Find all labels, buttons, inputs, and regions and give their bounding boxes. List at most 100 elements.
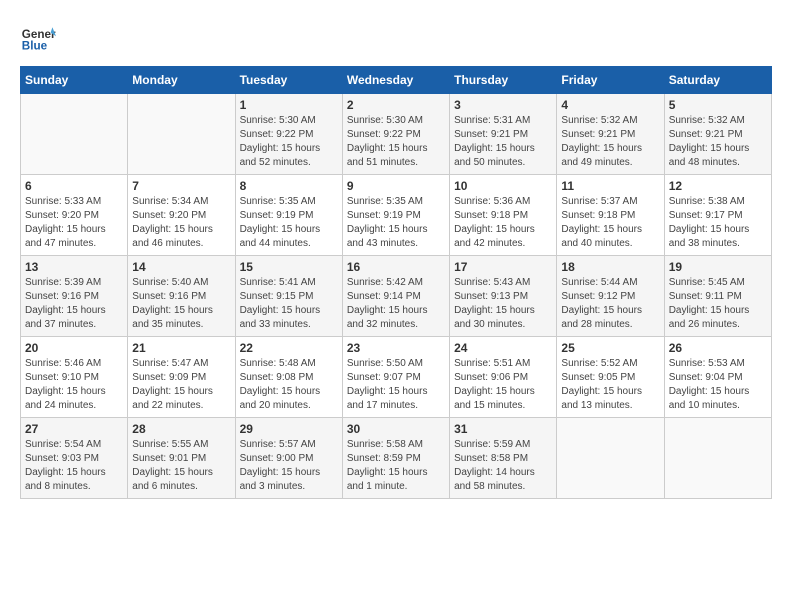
weekday-header-row: SundayMondayTuesdayWednesdayThursdayFrid… bbox=[21, 67, 772, 94]
calendar-cell: 6 Sunrise: 5:33 AM Sunset: 9:20 PM Daylig… bbox=[21, 175, 128, 256]
day-info: Sunrise: 5:34 AM Sunset: 9:20 PM Dayligh… bbox=[132, 195, 230, 251]
day-info: Sunrise: 5:35 AM Sunset: 9:19 PM Dayligh… bbox=[240, 195, 338, 251]
week-row-2: 6 Sunrise: 5:33 AM Sunset: 9:20 PM Daylig… bbox=[21, 175, 772, 256]
day-info: Sunrise: 5:43 AM Sunset: 9:13 PM Dayligh… bbox=[454, 276, 552, 332]
day-info: Sunrise: 5:39 AM Sunset: 9:16 PM Dayligh… bbox=[25, 276, 123, 332]
day-number: 20 bbox=[25, 341, 123, 355]
day-number: 30 bbox=[347, 422, 445, 436]
calendar-cell: 7 Sunrise: 5:34 AM Sunset: 9:20 PM Daylig… bbox=[128, 175, 235, 256]
day-info: Sunrise: 5:30 AM Sunset: 9:22 PM Dayligh… bbox=[240, 114, 338, 170]
day-info: Sunrise: 5:48 AM Sunset: 9:08 PM Dayligh… bbox=[240, 357, 338, 413]
calendar-cell: 1 Sunrise: 5:30 AM Sunset: 9:22 PM Daylig… bbox=[235, 94, 342, 175]
day-number: 3 bbox=[454, 98, 552, 112]
day-info: Sunrise: 5:31 AM Sunset: 9:21 PM Dayligh… bbox=[454, 114, 552, 170]
day-info: Sunrise: 5:50 AM Sunset: 9:07 PM Dayligh… bbox=[347, 357, 445, 413]
day-number: 8 bbox=[240, 179, 338, 193]
day-number: 23 bbox=[347, 341, 445, 355]
day-number: 31 bbox=[454, 422, 552, 436]
calendar-cell: 16Sunrise: 5:42 AM Sunset: 9:14 PM Dayli… bbox=[342, 256, 449, 337]
calendar-cell: 22Sunrise: 5:48 AM Sunset: 9:08 PM Dayli… bbox=[235, 337, 342, 418]
week-row-5: 27Sunrise: 5:54 AM Sunset: 9:03 PM Dayli… bbox=[21, 418, 772, 499]
week-row-3: 13 Sunrise: 5:39 AM Sunset: 9:16 PM Dayli… bbox=[21, 256, 772, 337]
day-info: Sunrise: 5:45 AM Sunset: 9:11 PM Dayligh… bbox=[669, 276, 767, 332]
day-number: 6 bbox=[25, 179, 123, 193]
calendar-cell: 14 Sunrise: 5:40 AM Sunset: 9:16 PM Dayli… bbox=[128, 256, 235, 337]
calendar-cell: 21 Sunrise: 5:47 AM Sunset: 9:09 PM Dayli… bbox=[128, 337, 235, 418]
day-info: Sunrise: 5:32 AM Sunset: 9:21 PM Dayligh… bbox=[561, 114, 659, 170]
weekday-monday: Monday bbox=[128, 67, 235, 94]
day-number: 15 bbox=[240, 260, 338, 274]
day-info: Sunrise: 5:32 AM Sunset: 9:21 PM Dayligh… bbox=[669, 114, 767, 170]
weekday-tuesday: Tuesday bbox=[235, 67, 342, 94]
calendar-cell: 29Sunrise: 5:57 AM Sunset: 9:00 PM Dayli… bbox=[235, 418, 342, 499]
weekday-friday: Friday bbox=[557, 67, 664, 94]
calendar-cell: 3 Sunrise: 5:31 AM Sunset: 9:21 PM Daylig… bbox=[450, 94, 557, 175]
day-info: Sunrise: 5:47 AM Sunset: 9:09 PM Dayligh… bbox=[132, 357, 230, 413]
calendar-cell bbox=[557, 418, 664, 499]
day-number: 28 bbox=[132, 422, 230, 436]
day-number: 10 bbox=[454, 179, 552, 193]
day-number: 5 bbox=[669, 98, 767, 112]
calendar-cell: 10 Sunrise: 5:36 AM Sunset: 9:18 PM Dayli… bbox=[450, 175, 557, 256]
calendar-cell: 30 Sunrise: 5:58 AM Sunset: 8:59 PM Dayli… bbox=[342, 418, 449, 499]
day-number: 9 bbox=[347, 179, 445, 193]
calendar-cell: 4Sunrise: 5:32 AM Sunset: 9:21 PM Daylig… bbox=[557, 94, 664, 175]
day-info: Sunrise: 5:38 AM Sunset: 9:17 PM Dayligh… bbox=[669, 195, 767, 251]
day-number: 27 bbox=[25, 422, 123, 436]
calendar-cell: 13 Sunrise: 5:39 AM Sunset: 9:16 PM Dayli… bbox=[21, 256, 128, 337]
calendar-cell: 11 Sunrise: 5:37 AM Sunset: 9:18 PM Dayli… bbox=[557, 175, 664, 256]
day-info: Sunrise: 5:46 AM Sunset: 9:10 PM Dayligh… bbox=[25, 357, 123, 413]
day-info: Sunrise: 5:40 AM Sunset: 9:16 PM Dayligh… bbox=[132, 276, 230, 332]
day-info: Sunrise: 5:58 AM Sunset: 8:59 PM Dayligh… bbox=[347, 438, 445, 494]
calendar-cell: 8 Sunrise: 5:35 AM Sunset: 9:19 PM Daylig… bbox=[235, 175, 342, 256]
day-number: 14 bbox=[132, 260, 230, 274]
day-number: 1 bbox=[240, 98, 338, 112]
weekday-sunday: Sunday bbox=[21, 67, 128, 94]
calendar-cell: 27Sunrise: 5:54 AM Sunset: 9:03 PM Dayli… bbox=[21, 418, 128, 499]
day-info: Sunrise: 5:57 AM Sunset: 9:00 PM Dayligh… bbox=[240, 438, 338, 494]
calendar-cell: 23 Sunrise: 5:50 AM Sunset: 9:07 PM Dayli… bbox=[342, 337, 449, 418]
day-number: 13 bbox=[25, 260, 123, 274]
day-number: 7 bbox=[132, 179, 230, 193]
weekday-wednesday: Wednesday bbox=[342, 67, 449, 94]
calendar-cell: 24Sunrise: 5:51 AM Sunset: 9:06 PM Dayli… bbox=[450, 337, 557, 418]
calendar-cell: 15 Sunrise: 5:41 AM Sunset: 9:15 PM Dayli… bbox=[235, 256, 342, 337]
day-number: 18 bbox=[561, 260, 659, 274]
weekday-saturday: Saturday bbox=[664, 67, 771, 94]
day-info: Sunrise: 5:44 AM Sunset: 9:12 PM Dayligh… bbox=[561, 276, 659, 332]
day-number: 17 bbox=[454, 260, 552, 274]
calendar-cell: 25 Sunrise: 5:52 AM Sunset: 9:05 PM Dayli… bbox=[557, 337, 664, 418]
day-info: Sunrise: 5:55 AM Sunset: 9:01 PM Dayligh… bbox=[132, 438, 230, 494]
day-number: 26 bbox=[669, 341, 767, 355]
calendar-cell bbox=[128, 94, 235, 175]
day-info: Sunrise: 5:37 AM Sunset: 9:18 PM Dayligh… bbox=[561, 195, 659, 251]
calendar-cell: 12Sunrise: 5:38 AM Sunset: 9:17 PM Dayli… bbox=[664, 175, 771, 256]
calendar-cell: 19Sunrise: 5:45 AM Sunset: 9:11 PM Dayli… bbox=[664, 256, 771, 337]
calendar-cell: 9Sunrise: 5:35 AM Sunset: 9:19 PM Daylig… bbox=[342, 175, 449, 256]
day-number: 21 bbox=[132, 341, 230, 355]
day-info: Sunrise: 5:51 AM Sunset: 9:06 PM Dayligh… bbox=[454, 357, 552, 413]
calendar-cell: 2Sunrise: 5:30 AM Sunset: 9:22 PM Daylig… bbox=[342, 94, 449, 175]
calendar-cell: 18 Sunrise: 5:44 AM Sunset: 9:12 PM Dayli… bbox=[557, 256, 664, 337]
week-row-1: 1 Sunrise: 5:30 AM Sunset: 9:22 PM Daylig… bbox=[21, 94, 772, 175]
day-info: Sunrise: 5:33 AM Sunset: 9:20 PM Dayligh… bbox=[25, 195, 123, 251]
day-info: Sunrise: 5:36 AM Sunset: 9:18 PM Dayligh… bbox=[454, 195, 552, 251]
day-info: Sunrise: 5:52 AM Sunset: 9:05 PM Dayligh… bbox=[561, 357, 659, 413]
calendar-cell: 17 Sunrise: 5:43 AM Sunset: 9:13 PM Dayli… bbox=[450, 256, 557, 337]
day-number: 16 bbox=[347, 260, 445, 274]
day-info: Sunrise: 5:41 AM Sunset: 9:15 PM Dayligh… bbox=[240, 276, 338, 332]
day-number: 2 bbox=[347, 98, 445, 112]
svg-text:Blue: Blue bbox=[22, 40, 48, 53]
logo: General Blue bbox=[20, 20, 56, 56]
page-header: General Blue bbox=[20, 20, 772, 56]
calendar-cell: 26Sunrise: 5:53 AM Sunset: 9:04 PM Dayli… bbox=[664, 337, 771, 418]
calendar-cell: 31 Sunrise: 5:59 AM Sunset: 8:58 PM Dayli… bbox=[450, 418, 557, 499]
calendar-cell bbox=[664, 418, 771, 499]
day-number: 25 bbox=[561, 341, 659, 355]
calendar-cell: 28 Sunrise: 5:55 AM Sunset: 9:01 PM Dayli… bbox=[128, 418, 235, 499]
logo-icon: General Blue bbox=[20, 20, 56, 56]
week-row-4: 20 Sunrise: 5:46 AM Sunset: 9:10 PM Dayli… bbox=[21, 337, 772, 418]
weekday-thursday: Thursday bbox=[450, 67, 557, 94]
day-number: 11 bbox=[561, 179, 659, 193]
day-info: Sunrise: 5:59 AM Sunset: 8:58 PM Dayligh… bbox=[454, 438, 552, 494]
